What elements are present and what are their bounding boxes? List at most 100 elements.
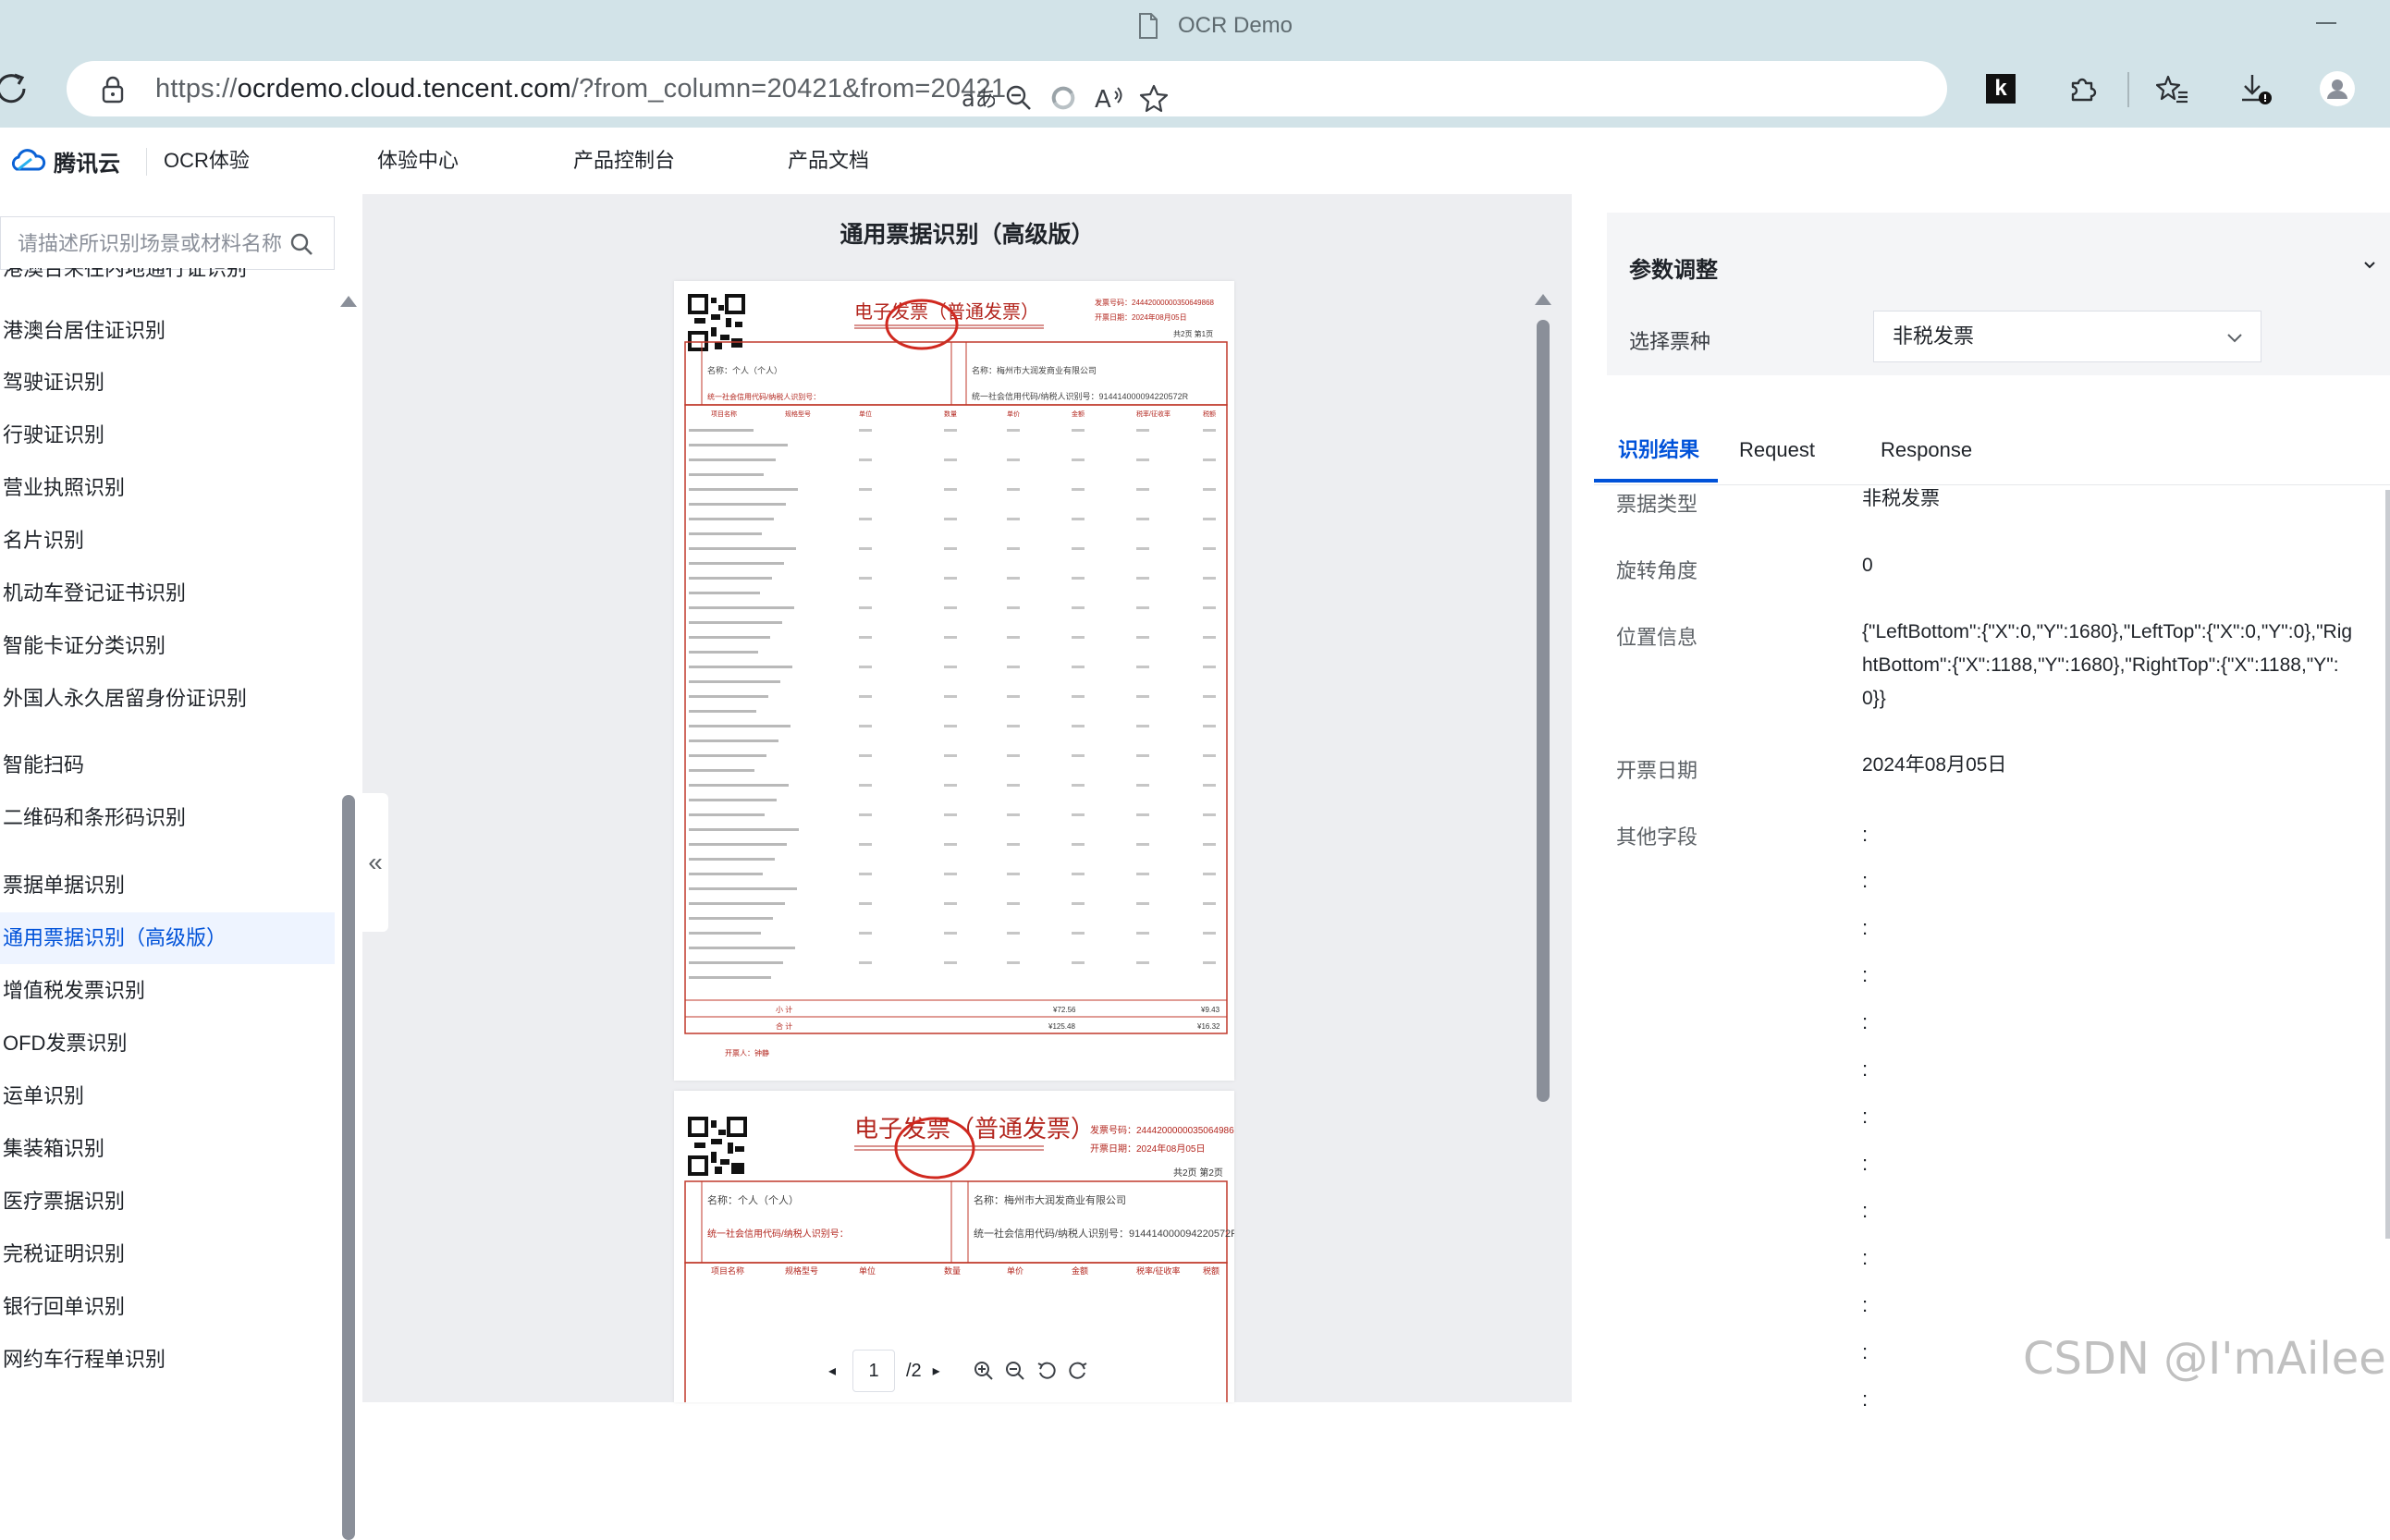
invoice-page-mark: 共2页 第1页	[1173, 329, 1213, 338]
line-item-text	[689, 547, 796, 550]
line-item-cell	[1007, 754, 1020, 757]
items-rows	[689, 429, 1216, 979]
extensions-puzzle-icon[interactable]	[2062, 68, 2102, 109]
line-item-cell	[944, 961, 957, 964]
nav-console[interactable]: 产品控制台	[573, 128, 675, 194]
field-label-position: 位置信息	[1616, 626, 1698, 649]
viewer-scroll-up-icon[interactable]	[1535, 294, 1551, 305]
menu-item-business-license[interactable]: 营业执照识别	[0, 462, 335, 514]
line-item-cell	[1007, 577, 1020, 580]
tab-response[interactable]: Response	[1881, 425, 1972, 484]
read-aloud-icon[interactable]: A	[1089, 78, 1130, 118]
menu-item-ofd-invoice[interactable]: OFD发票识别	[0, 1018, 335, 1069]
site-header: 腾讯云 OCR体验 体验中心 产品控制台 产品文档	[0, 128, 2390, 195]
items-column-header: 单位	[859, 1265, 876, 1276]
line-item-cell	[1136, 784, 1149, 787]
line-item-text	[689, 828, 799, 831]
line-item-cell	[1072, 458, 1085, 461]
line-item-cell	[1007, 902, 1020, 905]
line-item-cell	[1007, 813, 1020, 816]
search-box[interactable]	[0, 216, 335, 271]
zoom-out-icon[interactable]	[999, 78, 1039, 118]
other-field-colon: :	[1862, 916, 1869, 939]
tab-request[interactable]: Request	[1739, 425, 1815, 484]
ticket-type-select[interactable]: 非税发票	[1873, 311, 2261, 362]
sidebar-scroll-up-icon[interactable]	[340, 296, 357, 307]
sidebar-scrollbar[interactable]	[342, 795, 355, 1540]
line-item-cell	[1007, 488, 1020, 491]
rotate-right-icon[interactable]	[1062, 1344, 1094, 1398]
url-text[interactable]: https://ocrdemo.cloud.tencent.com/?from_…	[155, 61, 1006, 116]
lock-icon[interactable]	[100, 76, 126, 104]
translate-icon[interactable]: aあ	[958, 78, 999, 118]
result-panel: 参数调整 选择票种 非税发票 识别结果 Request Response 票据类…	[1572, 194, 2390, 1411]
field-value-position: {"LeftBottom":{"X":0,"Y":1680},"LeftTop"…	[1862, 621, 2353, 709]
line-item-cell	[1203, 488, 1216, 491]
reload-icon[interactable]	[0, 70, 31, 107]
chevron-down-icon[interactable]	[2363, 259, 2376, 272]
extension-k-icon[interactable]: k	[1980, 68, 2021, 109]
items-column-header: 税额	[1203, 1265, 1220, 1276]
invoice-number: 发票号码：24442000000350649868	[1095, 298, 1215, 307]
menu-item-foreigner-id[interactable]: 外国人永久居留身份证识别	[0, 673, 335, 725]
menu-item-hmt-residence-permit[interactable]: 港澳台居住证识别	[0, 305, 335, 357]
line-item-cell	[859, 518, 872, 520]
menu-item-qr-barcode[interactable]: 二维码和条形码识别	[0, 792, 335, 844]
line-item-cell	[1072, 754, 1085, 757]
address-bar[interactable]: https://ocrdemo.cloud.tencent.com/?from_…	[67, 61, 1947, 116]
menu-item-business-card[interactable]: 名片识别	[0, 515, 335, 567]
tab-result[interactable]: 识别结果	[1618, 425, 1699, 484]
line-item-cell	[1136, 932, 1149, 935]
line-item-text	[689, 473, 764, 476]
line-item-cell	[1203, 636, 1216, 639]
search-icon[interactable]	[289, 232, 313, 256]
buyer-tax-id: 统一社会信用代码/纳税人识别号：	[707, 1228, 849, 1240]
total-amount: ¥125.48	[1048, 1022, 1075, 1031]
menu-item-driver-license[interactable]: 驾驶证识别	[0, 357, 335, 409]
menu-item-waybill[interactable]: 运单识别	[0, 1070, 335, 1122]
menu-item-vehicle-registration[interactable]: 机动车登记证书识别	[0, 568, 335, 619]
result-panel-scrollbar[interactable]	[2385, 490, 2390, 1239]
viewer-scrollbar[interactable]	[1537, 320, 1550, 1102]
menu-item-card-classify[interactable]: 智能卡证分类识别	[0, 620, 335, 672]
menu-item-container[interactable]: 集装箱识别	[0, 1123, 335, 1175]
menu-item-ride-hailing-itinerary[interactable]: 网约车行程单识别	[0, 1334, 335, 1386]
profile-avatar-icon[interactable]	[2317, 68, 2358, 109]
line-item-cell	[1072, 843, 1085, 846]
result-tabs: 识别结果 Request Response	[1594, 425, 2390, 485]
rotate-left-icon[interactable]	[1031, 1344, 1062, 1398]
downloads-icon[interactable]	[2236, 68, 2276, 109]
search-input[interactable]	[16, 217, 288, 271]
zoom-in-icon[interactable]	[968, 1344, 999, 1398]
favorite-star-icon[interactable]	[1134, 78, 1174, 118]
nav-ocr-product[interactable]: OCR体验	[164, 128, 250, 194]
line-item-text	[689, 784, 789, 787]
qr-code-icon	[688, 1117, 747, 1176]
menu-item-vat-invoice[interactable]: 增值税发票识别	[0, 965, 335, 1017]
line-item-cell	[1136, 429, 1149, 432]
nav-docs[interactable]: 产品文档	[788, 128, 869, 194]
menu-item-vehicle-license[interactable]: 行驶证识别	[0, 409, 335, 461]
brand-logo[interactable]: 腾讯云	[9, 144, 120, 177]
zoom-out-icon[interactable]	[999, 1344, 1031, 1398]
line-item-cell	[859, 961, 872, 964]
nav-experience-center[interactable]: 体验中心	[377, 128, 459, 194]
minimize-button[interactable]	[2316, 22, 2336, 24]
copilot-icon[interactable]	[1043, 78, 1084, 118]
menu-item-general-ticket-advanced[interactable]: 通用票据识别（高级版）	[0, 912, 335, 964]
seller-tax-id: 统一社会信用代码/纳税人识别号：914414000094220572R	[972, 391, 1189, 401]
line-item-cell	[1203, 932, 1216, 935]
line-item-cell	[859, 429, 872, 432]
next-page-icon[interactable]: ▸	[922, 1344, 951, 1398]
menu-item-tax-certificate[interactable]: 完税证明识别	[0, 1228, 335, 1280]
menu-item-cut-off[interactable]: 港澳台来往内地通行证识别	[3, 268, 280, 292]
favorites-icon[interactable]	[2152, 68, 2193, 109]
page-number-input[interactable]: 1	[852, 1350, 895, 1392]
menu-item-bank-receipt[interactable]: 银行回单识别	[0, 1281, 335, 1333]
line-item-cell	[1136, 606, 1149, 609]
line-item-cell	[1072, 429, 1085, 432]
collapse-sidebar-button[interactable]: «	[362, 793, 388, 932]
prev-page-icon[interactable]: ◂	[817, 1344, 847, 1398]
line-item-cell	[944, 429, 957, 432]
menu-item-medical-ticket[interactable]: 医疗票据识别	[0, 1176, 335, 1228]
